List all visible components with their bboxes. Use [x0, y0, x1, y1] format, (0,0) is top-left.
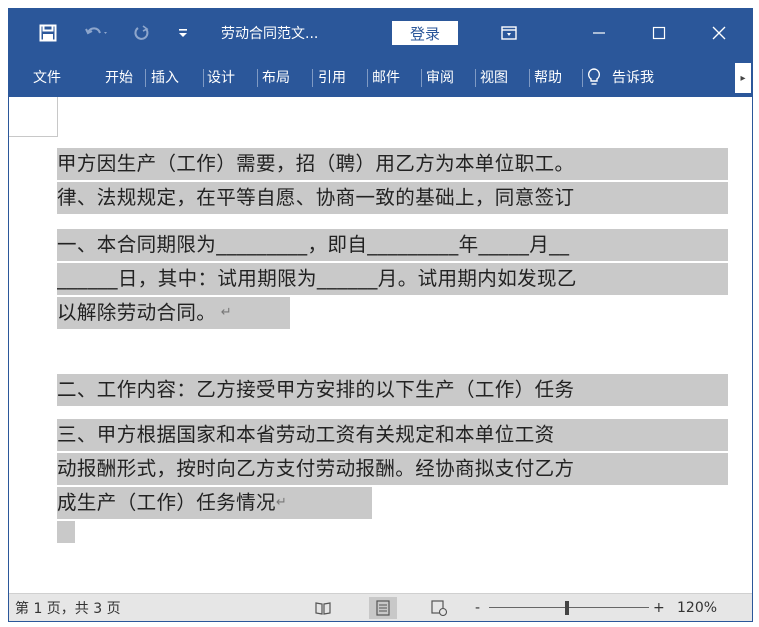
- zoom-slider-thumb[interactable]: [565, 601, 569, 615]
- tab-separator: [203, 69, 204, 87]
- paragraph-line[interactable]: 甲方因生产（工作）需要，招（聘）用乙方为本单位职工。: [57, 148, 728, 180]
- login-button[interactable]: 登录: [392, 21, 458, 45]
- tab-separator: [312, 69, 313, 87]
- minimize-icon[interactable]: [569, 9, 629, 57]
- paragraph-text: 成生产（工作）任务情况: [57, 491, 276, 514]
- paragraph-line[interactable]: 以解除劳动合同。 ↵: [57, 297, 290, 329]
- close-icon[interactable]: [689, 9, 749, 57]
- document-page[interactable]: 甲方因生产（工作）需要，招（聘）用乙方为本单位职工。 律、法规规定，在平等自愿、…: [9, 97, 728, 593]
- tab-separator: [529, 69, 530, 87]
- undo-icon[interactable]: [77, 9, 117, 57]
- paragraph-line[interactable]: 一、本合同期限为_________，即自_________年_____月__: [57, 229, 728, 261]
- read-mode-icon[interactable]: [309, 597, 337, 619]
- tab-home[interactable]: 开始: [105, 57, 133, 97]
- page-indicator[interactable]: 第 1 页，共 3 页: [15, 594, 121, 621]
- paragraph-mark-icon: ↵: [275, 495, 288, 510]
- save-icon[interactable]: [33, 9, 63, 57]
- margin-guide: [57, 97, 58, 137]
- paragraph-line[interactable]: 律、法规规定，在平等自愿、协商一致的基础上，同意签订: [57, 182, 728, 214]
- margin-guide: [9, 136, 57, 137]
- zoom-level[interactable]: 120%: [677, 594, 717, 621]
- tab-separator: [582, 69, 583, 87]
- paragraph-line[interactable]: 三、甲方根据国家和本省劳动工资有关规定和本单位工资: [57, 419, 728, 451]
- zoom-in-button[interactable]: +: [653, 594, 665, 621]
- tab-separator: [367, 69, 368, 87]
- tell-me-search[interactable]: 告诉我: [612, 57, 654, 97]
- zoom-slider-track[interactable]: [489, 607, 649, 608]
- paragraph-line[interactable]: ______日，其中：试用期限为______月。试用期内如发现乙: [57, 263, 728, 295]
- tab-file[interactable]: 文件: [33, 57, 61, 97]
- tab-separator: [421, 69, 422, 87]
- tab-insert[interactable]: 插入: [151, 57, 179, 97]
- paragraph-line[interactable]: 成生产（工作）任务情况 ↵: [57, 487, 372, 519]
- paragraph-line[interactable]: 二、工作内容：乙方接受甲方安排的以下生产（工作）任务: [57, 374, 728, 406]
- tab-separator: [257, 69, 258, 87]
- status-bar: 第 1 页，共 3 页 - + 120%: [9, 593, 752, 621]
- paragraph-mark-icon: ↵: [216, 305, 233, 320]
- vertical-scrollbar[interactable]: [728, 97, 752, 593]
- paragraph-line[interactable]: 动报酬形式，按时向乙方支付劳动报酬。经协商拟支付乙方: [57, 453, 728, 485]
- empty-paragraph[interactable]: [57, 521, 75, 543]
- word-window: 劳动合同范文... 登录 文件 开始 插入 设计 布局 引用 邮件 审阅 视图: [8, 8, 753, 622]
- redo-icon[interactable]: [127, 9, 157, 57]
- tab-help[interactable]: 帮助: [534, 57, 562, 97]
- ribbon-tabs: 文件 开始 插入 设计 布局 引用 邮件 审阅 视图 帮助 告诉我 ▸: [9, 57, 752, 97]
- web-layout-icon[interactable]: [425, 597, 453, 619]
- tab-separator: [475, 69, 476, 87]
- print-layout-icon[interactable]: [369, 597, 397, 619]
- tab-view[interactable]: 视图: [480, 57, 508, 97]
- lightbulb-icon[interactable]: [586, 57, 602, 97]
- tab-mailings[interactable]: 邮件: [372, 57, 400, 97]
- tab-review[interactable]: 审阅: [426, 57, 454, 97]
- maximize-icon[interactable]: [629, 9, 689, 57]
- customize-quick-access-icon[interactable]: [169, 9, 197, 57]
- tab-references[interactable]: 引用: [318, 57, 346, 97]
- document-title: 劳动合同范文...: [221, 26, 319, 42]
- title-bar: 劳动合同范文... 登录: [9, 9, 752, 57]
- tab-scroll-right-icon[interactable]: ▸: [735, 63, 751, 93]
- tab-separator: [145, 69, 146, 87]
- paragraph-text: 以解除劳动合同。: [57, 301, 217, 324]
- ribbon-display-options-icon[interactable]: [489, 9, 529, 57]
- tab-design[interactable]: 设计: [207, 57, 235, 97]
- zoom-out-button[interactable]: -: [475, 594, 480, 621]
- tab-layout[interactable]: 布局: [262, 57, 290, 97]
